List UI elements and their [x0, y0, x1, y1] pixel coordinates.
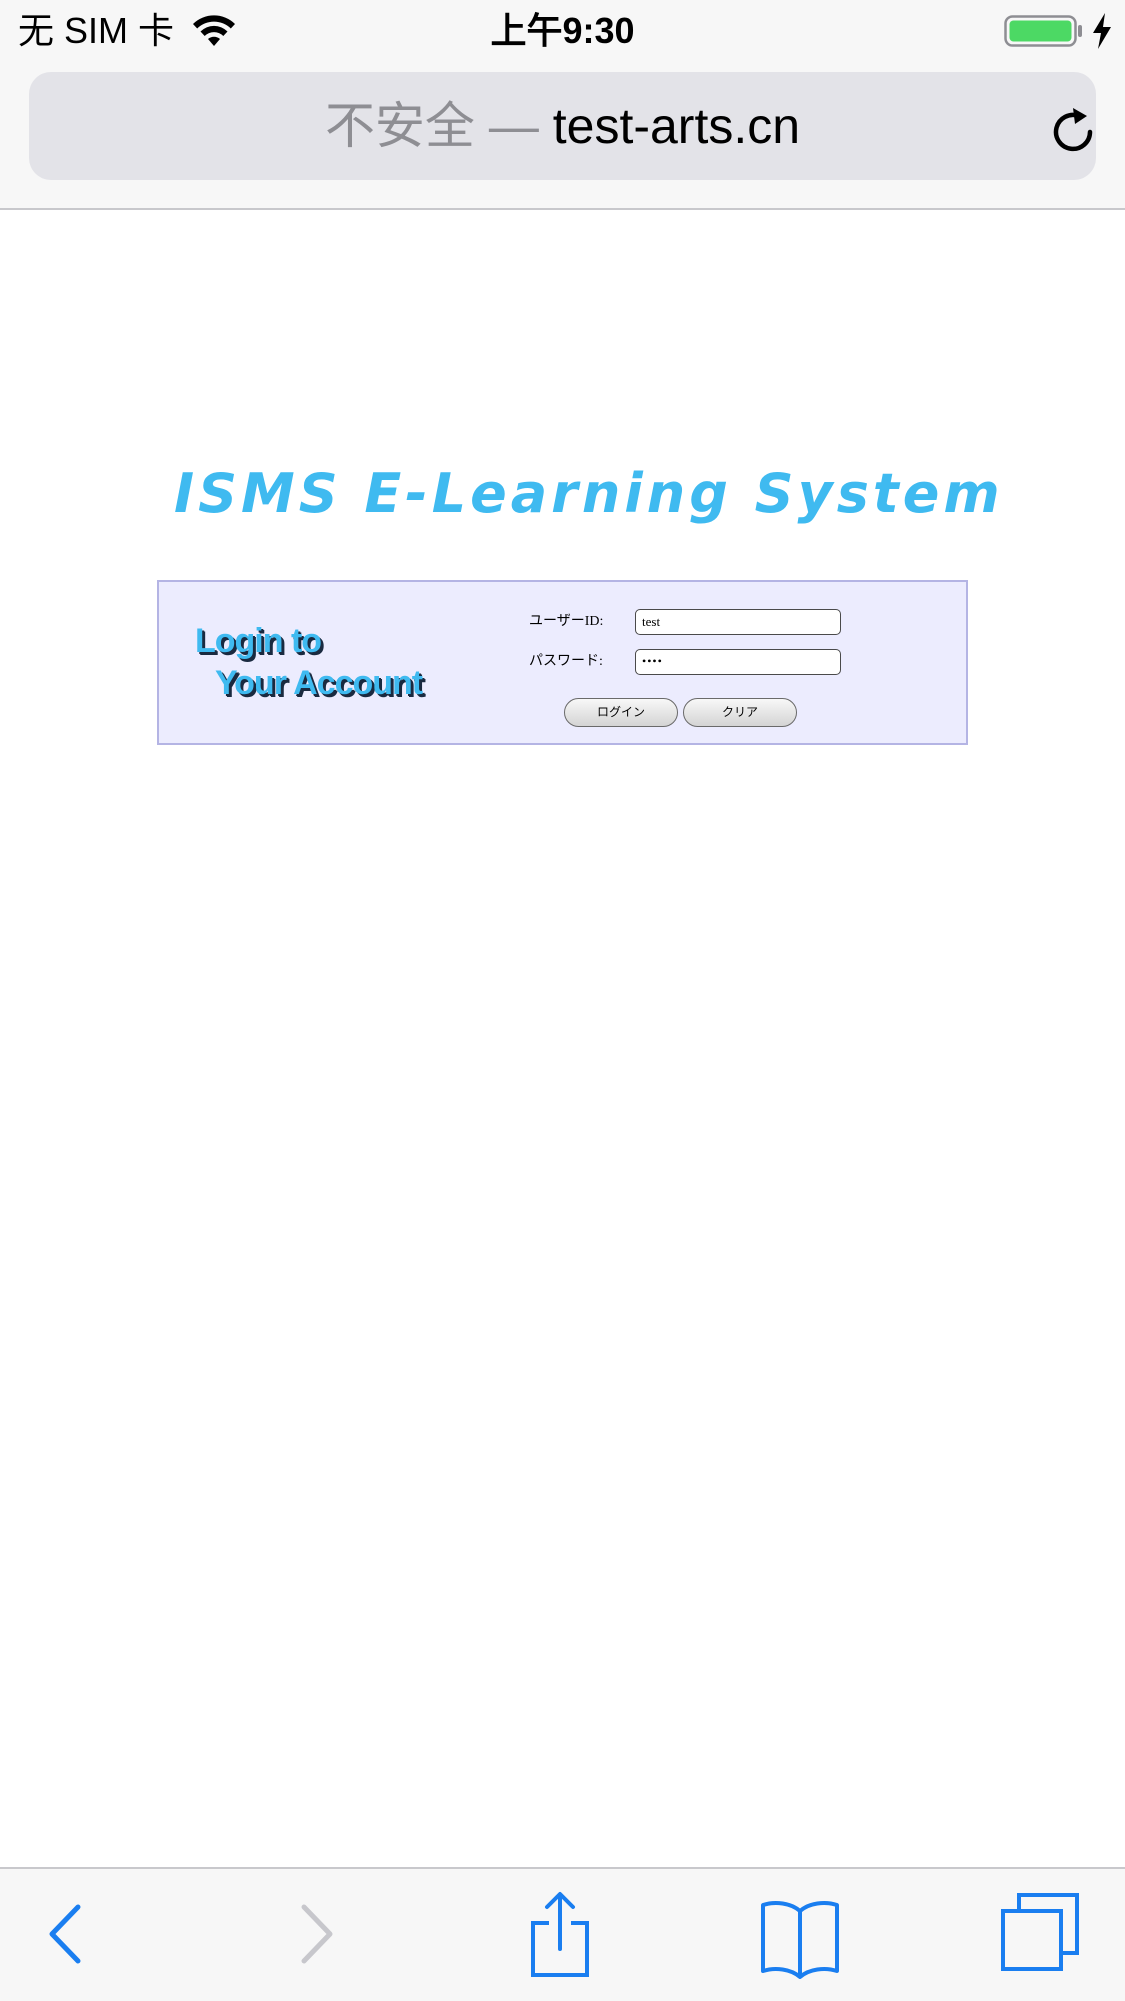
login-heading: Login to Your Account	[195, 620, 423, 704]
charging-icon	[1093, 13, 1111, 49]
browser-toolbar	[0, 1867, 1125, 2001]
back-icon[interactable]	[20, 1889, 110, 1979]
page-title: ISMS E-Learning System	[174, 462, 1004, 525]
forward-icon[interactable]	[272, 1889, 362, 1979]
security-warning: 不安全 —	[324, 98, 539, 154]
url-domain: test-arts.cn	[552, 98, 801, 154]
login-heading-line2: Your Account	[215, 664, 423, 702]
clear-button[interactable]: クリア	[683, 698, 797, 727]
share-icon[interactable]	[515, 1889, 605, 1979]
tabs-icon[interactable]	[995, 1889, 1085, 1979]
safari-screen: 无 SIM 卡 上午9:30 不安全 — test-arts.cn ISMS E…	[0, 0, 1125, 2001]
status-bar: 无 SIM 卡 上午9:30	[0, 0, 1125, 62]
userid-input[interactable]: test	[635, 609, 841, 635]
browser-address-bar: 不安全 — test-arts.cn	[0, 62, 1125, 210]
url-display[interactable]: 不安全 — test-arts.cn	[29, 72, 1096, 180]
url-field[interactable]: 不安全 — test-arts.cn	[29, 72, 1096, 180]
bookmarks-icon[interactable]	[755, 1889, 845, 1979]
password-input[interactable]: ••••	[635, 649, 841, 675]
password-label: パスワード:	[529, 654, 603, 669]
status-time: 上午9:30	[490, 10, 635, 51]
reload-icon[interactable]	[1043, 102, 1103, 162]
login-panel: Login to Your Account ユーザーID: test パスワード…	[157, 580, 968, 745]
battery-icon	[1004, 15, 1082, 47]
userid-label: ユーザーID:	[529, 614, 604, 629]
login-heading-line1: Login to	[195, 622, 322, 660]
login-button[interactable]: ログイン	[564, 698, 678, 727]
